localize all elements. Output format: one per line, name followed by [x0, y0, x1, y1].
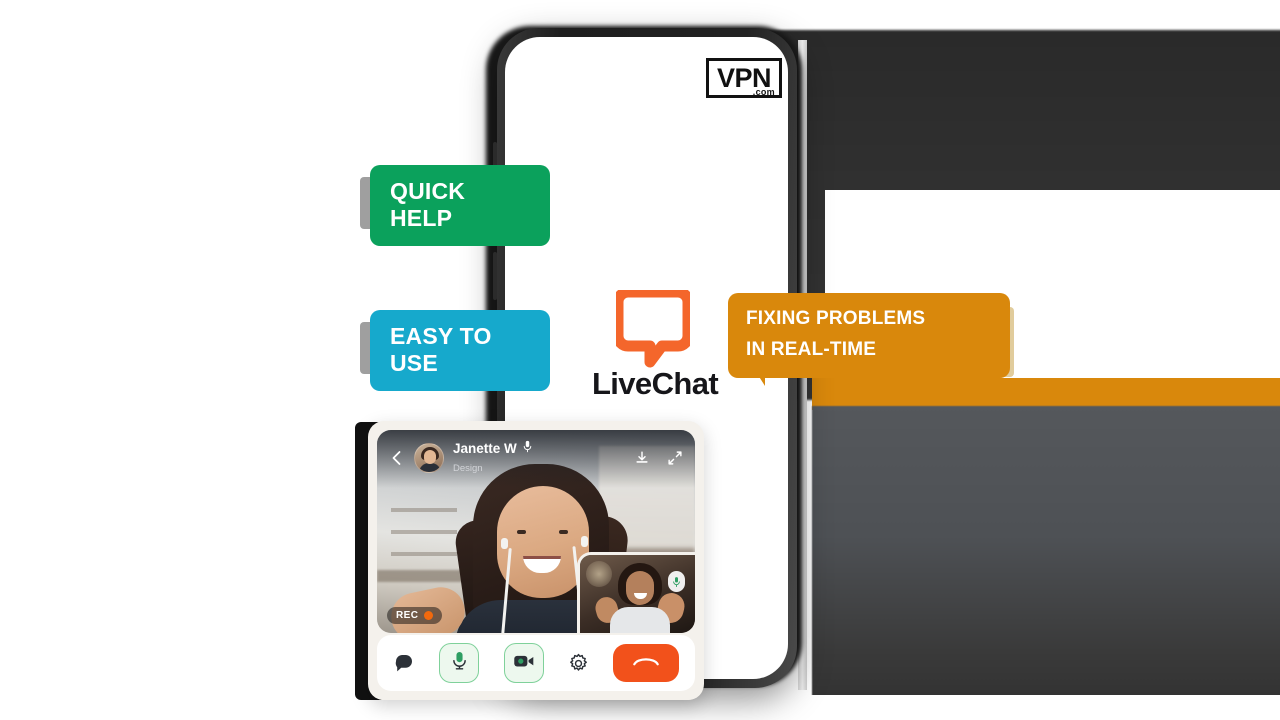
phone-volume-down-button — [493, 252, 497, 300]
end-call-button[interactable] — [613, 644, 679, 682]
callout-fixing-problems: FIXING PROBLEMS IN REAL-TIME — [728, 293, 1014, 386]
livechat-wordmark: LiveChat — [591, 366, 719, 401]
video-subject-earbud-left — [501, 538, 508, 549]
call-participant-role: Design — [453, 463, 483, 474]
pip-subject-torso — [610, 607, 670, 633]
microphone-icon — [668, 571, 685, 592]
microphone-icon — [522, 440, 533, 458]
recording-label: REC — [396, 610, 419, 621]
download-icon[interactable] — [634, 450, 650, 466]
callout-tail — [518, 216, 541, 237]
livechat-speech-bubble-icon — [612, 286, 694, 370]
chevron-left-icon[interactable] — [389, 450, 405, 466]
promo-graphic: VPN .com LiveChat QUICK HELP EASY TO USE… — [0, 0, 1280, 720]
avatar[interactable] — [414, 443, 444, 473]
avatar-face — [424, 450, 436, 464]
camera-button[interactable] — [503, 643, 544, 683]
call-header: Janette W Design — [377, 430, 695, 486]
callout-line-2: IN REAL-TIME — [746, 338, 877, 360]
vpn-logo-suffix: .com — [752, 87, 775, 97]
callout-line-1: FIXING PROBLEMS — [746, 308, 926, 329]
callout-easy-to-use: EASY TO USE — [360, 310, 550, 391]
recording-indicator-dot — [424, 611, 434, 620]
pip-background-light — [586, 561, 612, 587]
video-camera-icon — [513, 653, 535, 674]
gear-icon[interactable] — [568, 653, 589, 674]
picture-in-picture-self-view[interactable] — [577, 552, 695, 633]
callout-tail — [742, 364, 765, 386]
callout-quick-help: QUICK HELP — [360, 165, 550, 246]
chat-bubble-icon[interactable] — [393, 652, 415, 674]
pip-subject-face — [626, 571, 654, 605]
video-subject-eye-right — [559, 530, 568, 534]
card-bottom-edge — [368, 691, 704, 700]
livechat-logo: LiveChat — [588, 286, 722, 408]
video-stream: Janette W Design REC — [377, 430, 695, 633]
microphone-icon — [451, 650, 468, 676]
call-header-actions — [634, 450, 683, 466]
phone-hangup-icon — [632, 654, 660, 673]
recording-badge: REC — [387, 607, 443, 624]
microphone-button[interactable] — [439, 643, 480, 683]
callout-fixing-problems-label: FIXING PROBLEMS IN REAL-TIME — [728, 293, 1010, 378]
expand-arrows-icon[interactable] — [667, 450, 683, 466]
call-control-bar — [377, 635, 695, 691]
callout-tail — [518, 361, 541, 382]
background-dark-bottom-panel — [812, 406, 1280, 696]
avatar-body — [419, 463, 441, 472]
call-participant-name: Janette W — [453, 441, 517, 457]
video-background-shelf — [391, 508, 457, 570]
video-subject-eye-left — [517, 530, 526, 534]
video-subject-earbud-right — [581, 536, 588, 547]
video-call-card: Janette W Design REC — [368, 421, 704, 700]
vpn-dot-com-logo: VPN .com — [706, 58, 782, 98]
call-participant-name-row: Janette W — [453, 440, 533, 458]
call-participant-info: Janette W Design — [453, 440, 533, 476]
background-bottom-white — [800, 695, 1280, 720]
